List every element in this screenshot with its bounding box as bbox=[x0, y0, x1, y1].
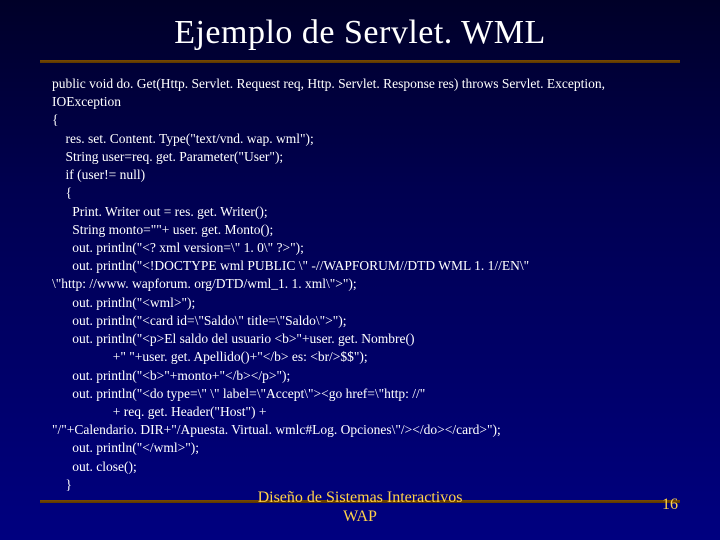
footer-text: Diseño de Sistemas Interactivos WAP bbox=[258, 488, 463, 526]
slide-title: Ejemplo de Servlet. WML bbox=[0, 0, 720, 60]
code-block: public void do. Get(Http. Servlet. Reque… bbox=[52, 75, 680, 494]
footer: Diseño de Sistemas Interactivos WAP bbox=[0, 488, 720, 526]
footer-line2: WAP bbox=[343, 508, 377, 525]
footer-line1: Diseño de Sistemas Interactivos bbox=[258, 489, 463, 506]
title-rule bbox=[40, 60, 680, 63]
page-number: 16 bbox=[662, 496, 678, 514]
